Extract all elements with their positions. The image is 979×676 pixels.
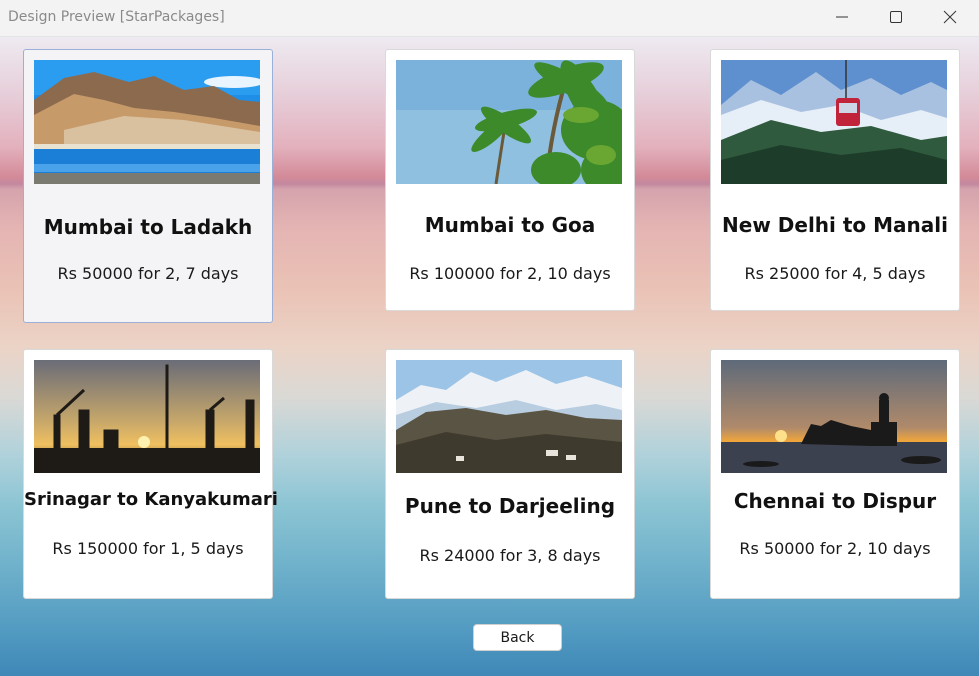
title-bar: Design Preview [StarPackages]	[0, 0, 979, 37]
package-price: Rs 50000 for 2, 7 days	[57, 264, 239, 283]
package-price: Rs 150000 for 1, 5 days	[52, 539, 244, 558]
minimize-icon	[836, 16, 848, 18]
maximize-button[interactable]	[873, 0, 919, 34]
close-icon	[943, 10, 957, 24]
package-price: Rs 25000 for 4, 5 days	[744, 264, 926, 283]
package-card-darjeeling[interactable]: Pune to Darjeeling Rs 24000 for 3, 8 day…	[385, 349, 635, 599]
package-card-ladakh[interactable]: Mumbai to Ladakh Rs 50000 for 2, 7 days	[23, 49, 273, 323]
darjeeling-mountain-image	[396, 360, 622, 473]
back-button[interactable]: Back	[473, 624, 562, 651]
chennai-sunset-image	[721, 360, 947, 473]
package-title: Pune to Darjeeling	[404, 494, 616, 518]
minimize-button[interactable]	[819, 0, 865, 34]
package-title: New Delhi to Manali	[722, 213, 948, 237]
package-card-goa[interactable]: Mumbai to Goa Rs 100000 for 2, 10 days	[385, 49, 635, 311]
goa-palm-image	[396, 60, 622, 184]
package-card-manali[interactable]: New Delhi to Manali Rs 25000 for 4, 5 da…	[710, 49, 960, 311]
maximize-icon	[890, 11, 902, 23]
package-price: Rs 100000 for 2, 10 days	[409, 264, 611, 283]
package-title: Srinagar to Kanyakumari	[24, 489, 278, 510]
package-card-dispur[interactable]: Chennai to Dispur Rs 50000 for 2, 10 day…	[710, 349, 960, 599]
package-card-kanyakumari[interactable]: Srinagar to Kanyakumari Rs 150000 for 1,…	[23, 349, 278, 599]
window-title: Design Preview [StarPackages]	[8, 9, 225, 25]
package-price: Rs 50000 for 2, 10 days	[739, 539, 931, 558]
package-title: Chennai to Dispur	[733, 489, 937, 513]
close-button[interactable]	[927, 0, 973, 34]
packages-panel: Mumbai to Ladakh Rs 50000 for 2, 7 days	[0, 37, 979, 676]
package-price: Rs 24000 for 3, 8 days	[419, 546, 601, 565]
package-title: Mumbai to Goa	[424, 213, 596, 237]
harbor-sunset-image	[34, 360, 260, 473]
package-title: Mumbai to Ladakh	[43, 215, 253, 239]
manali-cablecar-image	[721, 60, 947, 184]
ladakh-lake-image	[34, 60, 260, 184]
